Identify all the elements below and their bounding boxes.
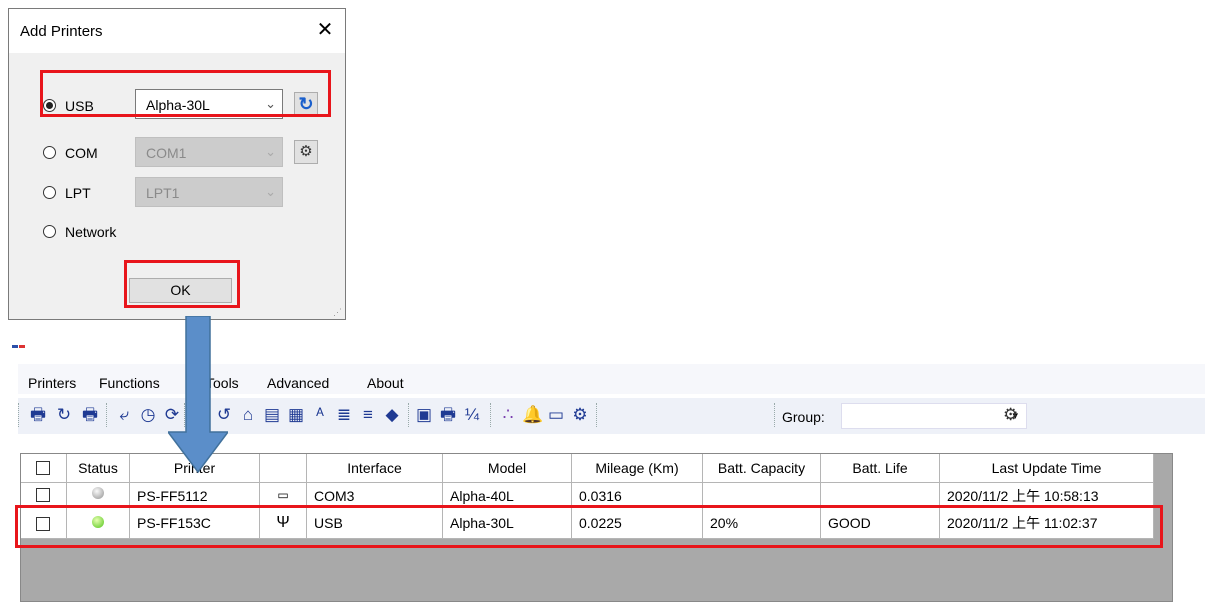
table-row-1-select[interactable]: [21, 483, 67, 508]
menu-functions[interactable]: Functions: [99, 375, 160, 391]
network-radio-label: Network: [65, 224, 117, 240]
tag-icon[interactable]: ◆: [382, 405, 402, 425]
status-gray-bulb-icon: [92, 487, 104, 499]
form-icon[interactable]: ▤: [262, 405, 282, 425]
home-icon[interactable]: ⌂: [238, 405, 258, 425]
com-port-value: COM1: [146, 145, 187, 161]
table-row-2-model[interactable]: Alpha-30L: [443, 508, 572, 539]
table-row-1-batt-life[interactable]: [821, 483, 940, 508]
row-checkbox[interactable]: [36, 488, 50, 502]
bell-icon[interactable]: 🔔: [522, 405, 543, 425]
table-row-2-mileage[interactable]: 0.0225: [572, 508, 703, 539]
print-icon[interactable]: 🖶: [438, 405, 458, 425]
chevron-down-icon: ⌄: [265, 96, 276, 111]
close-icon[interactable]: ✕: [313, 18, 337, 42]
add-printer-icon[interactable]: 🖶: [28, 405, 48, 425]
edit-form-icon[interactable]: ▦: [286, 405, 306, 425]
lpt-port-select: LPT1 ⌄: [135, 177, 283, 207]
menu-about[interactable]: About: [367, 375, 404, 391]
toolbar-grip: [18, 403, 20, 427]
refresh-icon[interactable]: ↻: [54, 405, 74, 425]
table-row-1-printer[interactable]: PS-FF5112: [130, 483, 260, 508]
table-row-2-printer[interactable]: PS-FF153C: [130, 508, 260, 539]
down-arrow-icon: [168, 316, 228, 474]
dots-icon[interactable]: ∴: [498, 405, 518, 425]
fraction-icon[interactable]: ¼: [462, 405, 482, 425]
dialog-titlebar: Add Printers ✕: [9, 9, 345, 53]
ok-button[interactable]: OK: [129, 278, 232, 303]
usb-icon: Ψ: [260, 508, 307, 539]
chevron-down-icon: ⌄: [265, 144, 276, 159]
app-icon: [12, 345, 25, 348]
lpt-radio-label: LPT: [65, 185, 91, 201]
com-radio[interactable]: [43, 146, 56, 159]
header-select-all[interactable]: [21, 454, 67, 483]
refresh-icon: ↻: [298, 94, 314, 114]
row-checkbox[interactable]: [36, 517, 50, 531]
header-batt-life[interactable]: Batt. Life: [821, 454, 940, 483]
menu-printers[interactable]: Printers: [28, 375, 76, 391]
header-mileage[interactable]: Mileage (Km): [572, 454, 703, 483]
header-interface[interactable]: Interface: [307, 454, 443, 483]
header-last-update[interactable]: Last Update Time: [940, 454, 1154, 483]
table-row-1-last-update[interactable]: 2020/11/2 上午 10:58:13: [940, 483, 1154, 508]
remove-printer-icon[interactable]: 🖶: [80, 405, 100, 425]
resize-grip-icon[interactable]: ⋰: [333, 307, 343, 317]
terminal-icon[interactable]: ▣: [414, 405, 434, 425]
toolbar-separator: [774, 403, 776, 427]
table-row-2-interface[interactable]: USB: [307, 508, 443, 539]
usb-printer-select[interactable]: Alpha-30L ⌄: [135, 89, 283, 119]
toolbar-separator: [408, 403, 410, 427]
header-model[interactable]: Model: [443, 454, 572, 483]
ab-icon[interactable]: ▭: [546, 405, 566, 425]
select-all-checkbox[interactable]: [36, 461, 50, 475]
com-radio-label: COM: [65, 145, 98, 161]
printer-grid: Status Printer Interface Model Mileage (…: [20, 453, 1173, 602]
toolbar-separator: [490, 403, 492, 427]
table-row-2-last-update[interactable]: 2020/11/2 上午 11:02:37: [940, 508, 1154, 539]
header-interface-icon[interactable]: [260, 454, 307, 483]
table-row-1-model[interactable]: Alpha-40L: [443, 483, 572, 508]
chevron-down-icon: ⌄: [265, 184, 276, 199]
usb-printer-value: Alpha-30L: [146, 97, 210, 113]
group-label: Group:: [782, 409, 825, 425]
table-row-2-batt-capacity[interactable]: 20%: [703, 508, 821, 539]
lpt-radio[interactable]: [43, 186, 56, 199]
clock-icon[interactable]: ◷: [138, 405, 158, 425]
gear-icon: ⚙: [299, 143, 313, 160]
gear-icon[interactable]: ⚙: [1003, 405, 1018, 425]
refresh-button[interactable]: ↻: [294, 92, 318, 116]
toolbar-separator: [596, 403, 598, 427]
com-port-icon: ▭: [260, 483, 307, 508]
font-size-icon[interactable]: ᴬ: [310, 405, 330, 425]
usb-radio[interactable]: [43, 99, 56, 112]
usb-radio-label: USB: [65, 98, 94, 114]
header-status[interactable]: Status: [67, 454, 130, 483]
com-settings-button[interactable]: ⚙: [294, 140, 318, 164]
table-row-1-batt-capacity[interactable]: [703, 483, 821, 508]
toolbar-separator: [106, 403, 108, 427]
table-row-2-select[interactable]: [21, 508, 67, 539]
group-select[interactable]: ▾: [841, 403, 1027, 429]
header-batt-capacity[interactable]: Batt. Capacity: [703, 454, 821, 483]
table-row-1-status: [67, 483, 130, 508]
align-left-icon[interactable]: ≣: [334, 405, 354, 425]
align-right-icon[interactable]: ≡: [358, 405, 378, 425]
table-row-1-mileage[interactable]: 0.0316: [572, 483, 703, 508]
add-printers-dialog: Add Printers ✕ USB Alpha-30L ⌄ ↻ COM COM…: [8, 8, 346, 320]
com-port-select: COM1 ⌄: [135, 137, 283, 167]
lpt-port-value: LPT1: [146, 185, 180, 201]
table-row-2-batt-life[interactable]: GOOD: [821, 508, 940, 539]
status-green-bulb-icon: [92, 516, 104, 528]
table-row-2-status: [67, 508, 130, 539]
table-row-1-interface[interactable]: COM3: [307, 483, 443, 508]
dialog-title: Add Printers: [20, 23, 103, 40]
settings-panel-icon[interactable]: ⚙: [570, 405, 590, 425]
menu-advanced[interactable]: Advanced: [267, 375, 329, 391]
network-radio[interactable]: [43, 225, 56, 238]
import-icon[interactable]: ⤶: [114, 405, 134, 425]
